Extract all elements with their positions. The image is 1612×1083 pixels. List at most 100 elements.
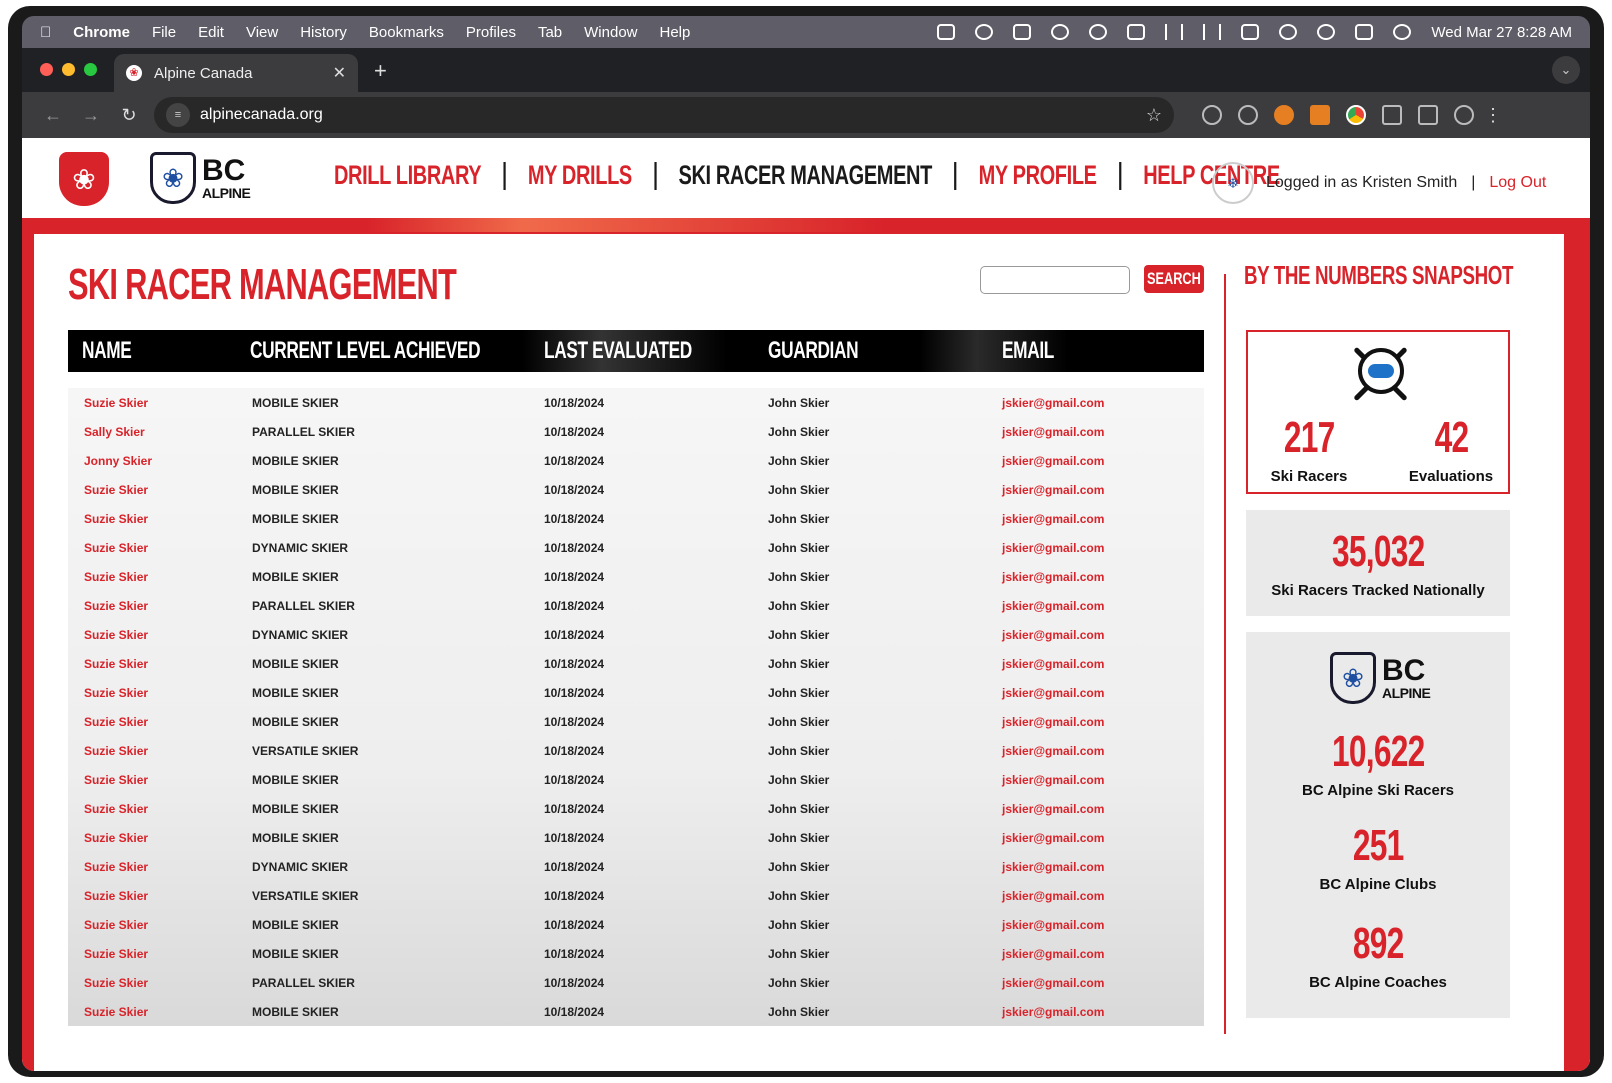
- racer-name-link[interactable]: Jonny Skier: [84, 454, 152, 468]
- email-link[interactable]: jskier@gmail.com: [1002, 686, 1104, 700]
- racer-name-link[interactable]: Suzie Skier: [84, 715, 148, 729]
- menu-help[interactable]: Help: [660, 24, 691, 41]
- site-settings-icon[interactable]: ≡: [166, 103, 190, 127]
- nav-ski-racer-management[interactable]: SKI RACER MANAGEMENT: [678, 160, 932, 191]
- email-link[interactable]: jskier@gmail.com: [1002, 657, 1104, 671]
- browser-tab[interactable]: ❀ Alpine Canada ✕: [114, 54, 358, 92]
- menu-window[interactable]: Window: [584, 24, 637, 41]
- racer-name-link[interactable]: Suzie Skier: [84, 947, 148, 961]
- email-link[interactable]: jskier@gmail.com: [1002, 947, 1104, 961]
- email-link[interactable]: jskier@gmail.com: [1002, 512, 1104, 526]
- table-row[interactable]: Suzie Skier MOBILE SKIER 10/18/2024 John Sk…: [68, 707, 1204, 736]
- nav-my-drills[interactable]: MY DRILLS: [528, 160, 632, 191]
- racer-name-link[interactable]: Suzie Skier: [84, 628, 148, 642]
- menu-tab[interactable]: Tab: [538, 24, 562, 41]
- time-machine-icon[interactable]: [1089, 24, 1108, 40]
- creative-cloud-icon[interactable]: [975, 24, 994, 40]
- menu-edit[interactable]: Edit: [198, 24, 224, 41]
- email-link[interactable]: jskier@gmail.com: [1002, 454, 1104, 468]
- wifi-icon[interactable]: [1279, 24, 1298, 40]
- control-center-icon[interactable]: [1355, 24, 1374, 40]
- email-link[interactable]: jskier@gmail.com: [1002, 1005, 1104, 1019]
- logout-link[interactable]: Log Out: [1489, 174, 1546, 192]
- table-row[interactable]: Suzie Skier MOBILE SKIER 10/18/2024 John Sk…: [68, 504, 1204, 533]
- email-link[interactable]: jskier@gmail.com: [1002, 860, 1104, 874]
- table-row[interactable]: Suzie Skier MOBILE SKIER 10/18/2024 John Sk…: [68, 562, 1204, 591]
- menu-app-name[interactable]: Chrome: [73, 24, 130, 41]
- screen-mirroring-icon[interactable]: [1127, 24, 1146, 40]
- menu-file[interactable]: File: [152, 24, 176, 41]
- table-row[interactable]: Suzie Skier PARALLEL SKIER 10/18/2024 John …: [68, 591, 1204, 620]
- email-link[interactable]: jskier@gmail.com: [1002, 628, 1104, 642]
- bc-alpine-logo[interactable]: ❀ BC ALPINE: [150, 152, 251, 204]
- racer-name-link[interactable]: Suzie Skier: [84, 976, 148, 990]
- table-row[interactable]: Suzie Skier MOBILE SKIER 10/18/2024 John Sk…: [68, 794, 1204, 823]
- col-name-header[interactable]: NAME: [82, 337, 132, 365]
- table-row[interactable]: Suzie Skier MOBILE SKIER 10/18/2024 John Sk…: [68, 765, 1204, 794]
- extension-target-icon[interactable]: [1238, 105, 1258, 125]
- racer-name-link[interactable]: Suzie Skier: [84, 1005, 148, 1019]
- extension-orange-icon[interactable]: [1274, 105, 1294, 125]
- dropbox-icon[interactable]: [937, 24, 956, 40]
- user-avatar-icon[interactable]: ❄: [1212, 162, 1254, 204]
- app-icon[interactable]: [1013, 24, 1032, 40]
- menu-bookmarks[interactable]: Bookmarks: [369, 24, 444, 41]
- table-row[interactable]: Suzie Skier VERSATILE SKIER 10/18/2024 John…: [68, 881, 1204, 910]
- racer-name-link[interactable]: Suzie Skier: [84, 570, 148, 584]
- table-row[interactable]: Suzie Skier MOBILE SKIER 10/18/2024 John Sk…: [68, 475, 1204, 504]
- table-row[interactable]: Suzie Skier PARALLEL SKIER 10/18/2024 John …: [68, 968, 1204, 997]
- col-guardian-header[interactable]: GUARDIAN: [768, 337, 859, 365]
- email-link[interactable]: jskier@gmail.com: [1002, 570, 1104, 584]
- racer-name-link[interactable]: Suzie Skier: [84, 541, 148, 555]
- racer-name-link[interactable]: Suzie Skier: [84, 483, 148, 497]
- table-row[interactable]: Suzie Skier MOBILE SKIER 10/18/2024 John Sk…: [68, 823, 1204, 852]
- racer-name-link[interactable]: Suzie Skier: [84, 512, 148, 526]
- apple-icon[interactable]: : [40, 24, 51, 41]
- bookmark-star-icon[interactable]: ☆: [1146, 105, 1162, 126]
- email-link[interactable]: jskier@gmail.com: [1002, 396, 1104, 410]
- email-link[interactable]: jskier@gmail.com: [1002, 744, 1104, 758]
- table-row[interactable]: Jonny Skier MOBILE SKIER 10/18/2024 John Sk…: [68, 446, 1204, 475]
- url-text[interactable]: alpinecanada.org: [200, 106, 323, 124]
- close-window-button[interactable]: [40, 63, 53, 76]
- menu-history[interactable]: History: [300, 24, 347, 41]
- table-row[interactable]: Suzie Skier MOBILE SKIER 10/18/2024 John Sk…: [68, 910, 1204, 939]
- tab-search-chevron-icon[interactable]: ⌄: [1552, 56, 1580, 84]
- new-tab-button[interactable]: +: [374, 58, 387, 84]
- table-row[interactable]: Suzie Skier MOBILE SKIER 10/18/2024 John Sk…: [68, 678, 1204, 707]
- reload-button[interactable]: ↻: [110, 105, 148, 126]
- table-row[interactable]: Suzie Skier MOBILE SKIER 10/18/2024 John Sk…: [68, 939, 1204, 968]
- racer-name-link[interactable]: Suzie Skier: [84, 396, 148, 410]
- zoom-window-button[interactable]: [84, 63, 97, 76]
- alpine-canada-logo[interactable]: ❀: [59, 152, 109, 206]
- racer-name-link[interactable]: Suzie Skier: [84, 744, 148, 758]
- chrome-extension-icon[interactable]: [1346, 105, 1366, 125]
- forward-button[interactable]: →: [72, 105, 110, 126]
- nav-drill-library[interactable]: DRILL LIBRARY: [334, 160, 482, 191]
- email-link[interactable]: jskier@gmail.com: [1002, 918, 1104, 932]
- email-link[interactable]: jskier@gmail.com: [1002, 889, 1104, 903]
- email-link[interactable]: jskier@gmail.com: [1002, 599, 1104, 613]
- close-tab-icon[interactable]: ✕: [333, 63, 346, 83]
- email-link[interactable]: jskier@gmail.com: [1002, 483, 1104, 497]
- back-button[interactable]: ←: [34, 105, 72, 126]
- table-row[interactable]: Suzie Skier DYNAMIC SKIER 10/18/2024 John S…: [68, 533, 1204, 562]
- email-link[interactable]: jskier@gmail.com: [1002, 541, 1104, 555]
- col-last-evaluated-header[interactable]: LAST EVALUATED: [544, 337, 692, 365]
- racer-name-link[interactable]: Suzie Skier: [84, 918, 148, 932]
- clock[interactable]: Wed Mar 27 8:28 AM: [1431, 24, 1572, 41]
- metamask-fox-icon[interactable]: [1310, 105, 1330, 125]
- siri-icon[interactable]: [1393, 24, 1412, 40]
- racer-name-link[interactable]: Sally Skier: [84, 425, 145, 439]
- table-row[interactable]: Suzie Skier DYNAMIC SKIER 10/18/2024 John S…: [68, 620, 1204, 649]
- spotlight-search-icon[interactable]: [1317, 24, 1336, 40]
- racer-name-link[interactable]: Suzie Skier: [84, 889, 148, 903]
- racer-name-link[interactable]: Suzie Skier: [84, 686, 148, 700]
- chrome-menu-icon[interactable]: ⋮: [1484, 105, 1502, 126]
- email-link[interactable]: jskier@gmail.com: [1002, 831, 1104, 845]
- volume-icon[interactable]: [1165, 24, 1184, 40]
- racer-name-link[interactable]: Suzie Skier: [84, 802, 148, 816]
- email-link[interactable]: jskier@gmail.com: [1002, 773, 1104, 787]
- col-level-header[interactable]: CURRENT LEVEL ACHIEVED: [250, 337, 481, 365]
- table-row[interactable]: Suzie Skier DYNAMIC SKIER 10/18/2024 John S…: [68, 852, 1204, 881]
